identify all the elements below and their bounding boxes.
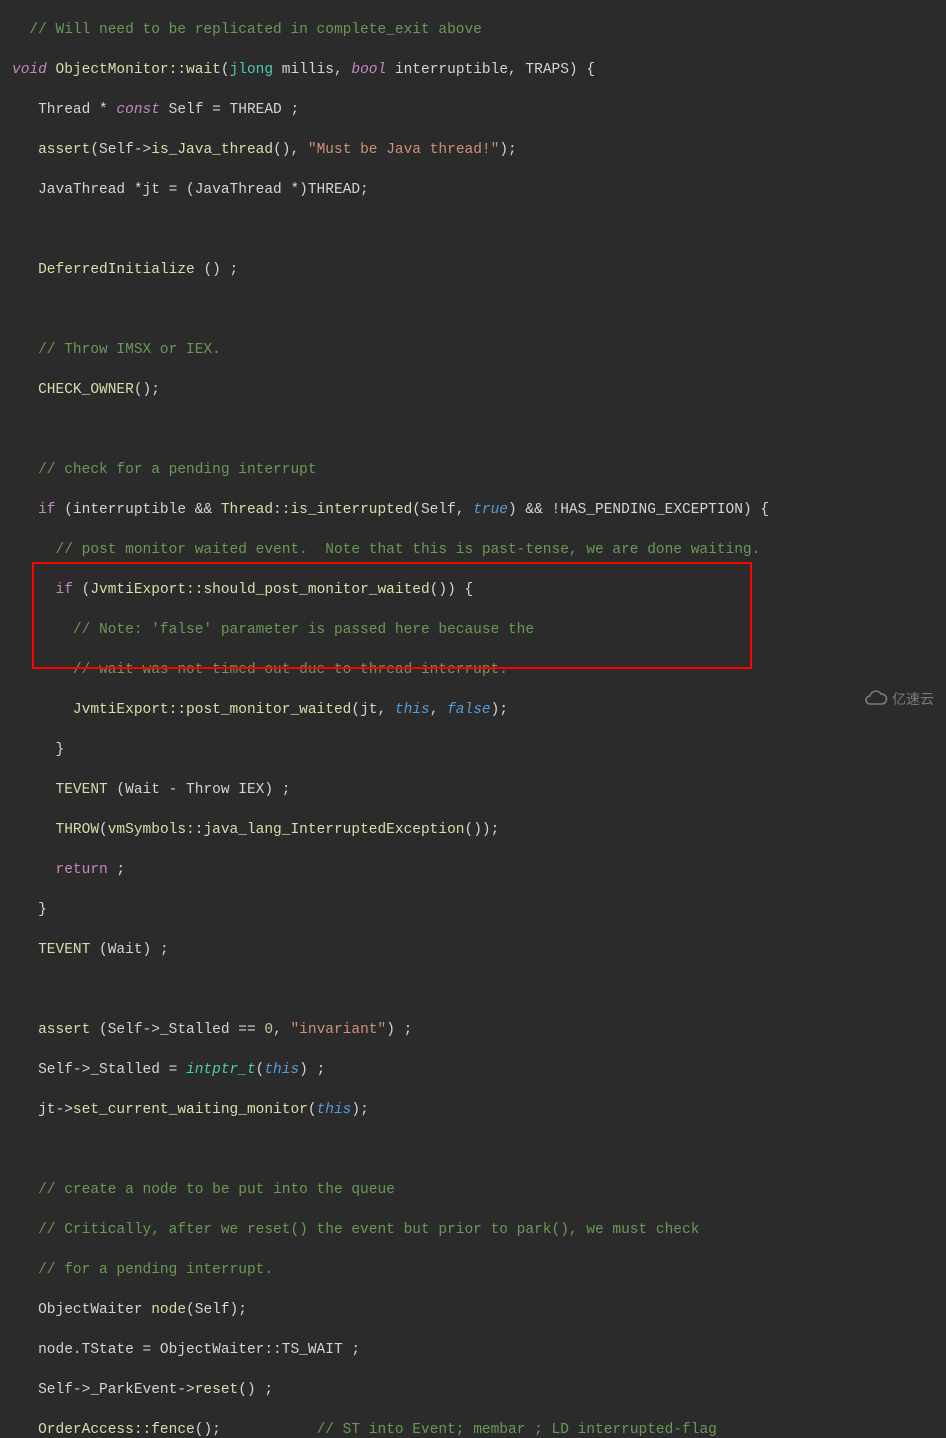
code-line: // Throw IMSX or IEX. — [12, 340, 946, 360]
watermark-text: 亿速云 — [892, 689, 934, 709]
code-line — [12, 1140, 946, 1160]
code-line: assert(Self->is_Java_thread(), "Must be … — [12, 140, 946, 160]
watermark: 亿速云 — [864, 689, 934, 709]
code-line: // for a pending interrupt. — [12, 1260, 946, 1280]
code-line: node.TState = ObjectWaiter::TS_WAIT ; — [12, 1340, 946, 1360]
code-editor[interactable]: // Will need to be replicated in complet… — [0, 0, 946, 1438]
code-line: THROW(vmSymbols::java_lang_InterruptedEx… — [12, 820, 946, 840]
code-line: // Note: 'false' parameter is passed her… — [12, 620, 946, 640]
code-line: return ; — [12, 860, 946, 880]
code-line: JavaThread *jt = (JavaThread *)THREAD; — [12, 180, 946, 200]
code-line: Thread * const Self = THREAD ; — [12, 100, 946, 120]
code-line: Self->_ParkEvent->reset() ; — [12, 1380, 946, 1400]
code-line: assert (Self->_Stalled == 0, "invariant"… — [12, 1020, 946, 1040]
code-line: // wait was not timed out due to thread … — [12, 660, 946, 680]
code-line: // post monitor waited event. Note that … — [12, 540, 946, 560]
code-line: JvmtiExport::post_monitor_waited(jt, thi… — [12, 700, 946, 720]
code-line: Self->_Stalled = intptr_t(this) ; — [12, 1060, 946, 1080]
code-line: CHECK_OWNER(); — [12, 380, 946, 400]
code-line: // Will need to be replicated in complet… — [12, 20, 946, 40]
cloud-icon — [864, 689, 888, 709]
code-line — [12, 420, 946, 440]
code-line: OrderAccess::fence(); // ST into Event; … — [12, 1420, 946, 1438]
code-line: } — [12, 740, 946, 760]
code-line — [12, 980, 946, 1000]
code-line: // check for a pending interrupt — [12, 460, 946, 480]
code-line — [12, 300, 946, 320]
code-line: TEVENT (Wait - Throw IEX) ; — [12, 780, 946, 800]
code-line: TEVENT (Wait) ; — [12, 940, 946, 960]
code-line: ObjectWaiter node(Self); — [12, 1300, 946, 1320]
code-line: } — [12, 900, 946, 920]
code-line: void ObjectMonitor::wait(jlong millis, b… — [12, 60, 946, 80]
code-line: if (JvmtiExport::should_post_monitor_wai… — [12, 580, 946, 600]
code-line: // create a node to be put into the queu… — [12, 1180, 946, 1200]
code-line: DeferredInitialize () ; — [12, 260, 946, 280]
code-line: if (interruptible && Thread::is_interrup… — [12, 500, 946, 520]
code-line: // Critically, after we reset() the even… — [12, 1220, 946, 1240]
code-line: jt->set_current_waiting_monitor(this); — [12, 1100, 946, 1120]
code-line — [12, 220, 946, 240]
